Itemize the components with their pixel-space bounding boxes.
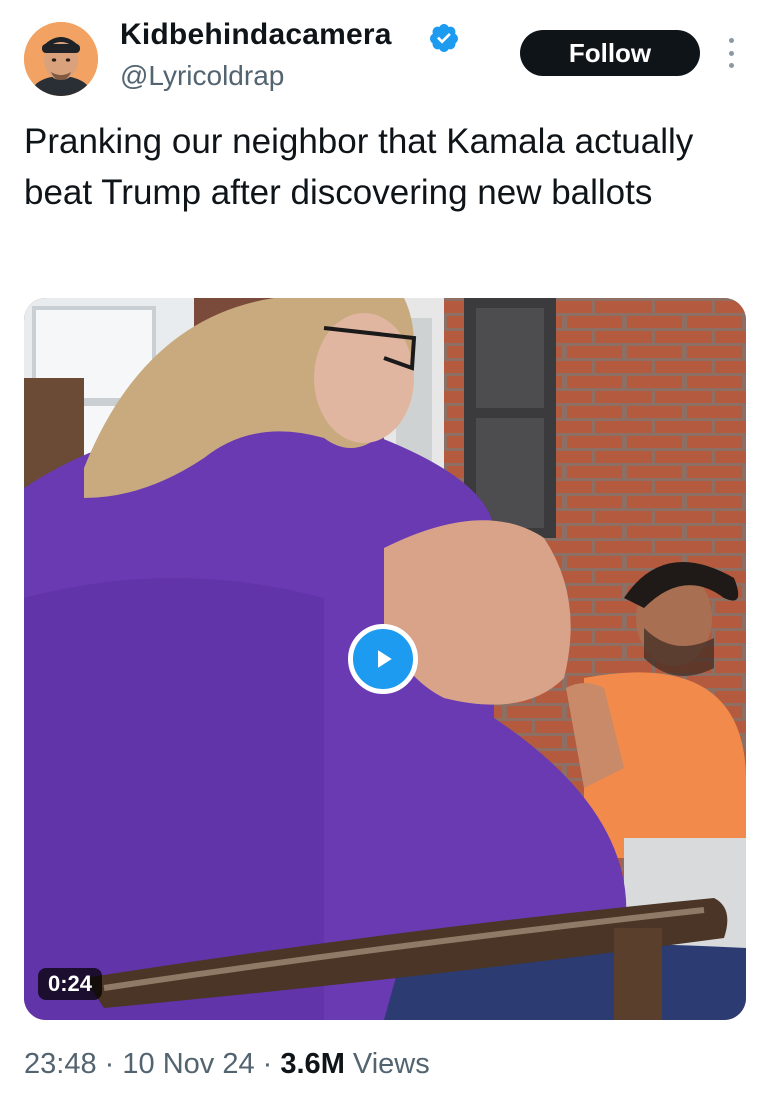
- views-label: Views: [352, 1048, 430, 1080]
- more-dot: [728, 63, 734, 68]
- tweet-header: Kidbehindacamera @Lyricoldrap Follow: [0, 0, 768, 110]
- meta-separator: ·: [262, 1048, 273, 1080]
- tweet-text: Pranking our neighbor that Kamala actual…: [24, 122, 694, 212]
- video-duration: 0:24: [38, 968, 103, 1000]
- play-button[interactable]: [348, 624, 418, 694]
- author-handle[interactable]: @Lyricoldrap: [120, 60, 284, 92]
- meta-separator: ·: [104, 1048, 115, 1080]
- tweet-meta: 23:48 · 10 Nov 24 · 3.6M Views: [24, 1048, 430, 1081]
- author-display-name[interactable]: Kidbehindacamera: [120, 18, 392, 52]
- play-icon: [378, 650, 392, 668]
- more-vertical-icon[interactable]: [722, 38, 740, 68]
- more-dot: [728, 38, 734, 43]
- more-dot: [728, 50, 734, 56]
- views-count: 3.6M: [280, 1048, 345, 1080]
- avatar[interactable]: [24, 22, 98, 96]
- follow-button[interactable]: Follow: [520, 30, 700, 76]
- tweet-time[interactable]: 23:48: [24, 1048, 97, 1080]
- video-player[interactable]: 0:24: [24, 298, 746, 1020]
- tweet-date[interactable]: 10 Nov 24: [122, 1048, 254, 1080]
- verified-badge-icon: [429, 24, 458, 52]
- user-avatar-icon: [24, 22, 98, 96]
